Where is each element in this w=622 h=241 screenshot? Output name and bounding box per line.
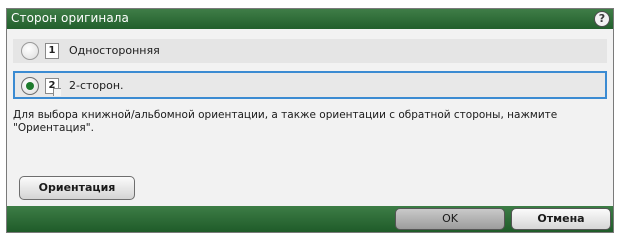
radio-two-sided[interactable] (21, 77, 39, 95)
option-two-sided[interactable]: 2 2-сторон. (13, 71, 607, 99)
title-bar: Сторон оригинала ? (7, 9, 613, 29)
bottom-bar: OK Отмена (7, 206, 613, 232)
option-label-two-sided: 2-сторон. (69, 79, 124, 92)
orientation-button[interactable]: Ориентация (19, 176, 135, 200)
page-number: 1 (48, 45, 56, 56)
help-icon[interactable]: ? (594, 11, 610, 27)
cancel-button[interactable]: Отмена (511, 208, 611, 230)
ok-button[interactable]: OK (395, 208, 505, 230)
option-one-sided[interactable]: 1 Односторонняя (13, 39, 607, 63)
dialog-frame: Сторон оригинала ? 1 Односторонняя 2 2-с… (0, 0, 622, 241)
radio-selected-dot (26, 82, 34, 90)
dialog-title: Сторон оригинала (11, 11, 130, 25)
two-sided-page-icon: 2 (45, 78, 61, 96)
page-fold-icon (53, 88, 61, 96)
one-sided-page-icon: 1 (45, 43, 59, 59)
original-sides-dialog: Сторон оригинала ? 1 Односторонняя 2 2-с… (6, 8, 614, 233)
radio-one-sided[interactable] (21, 42, 39, 60)
option-label-one-sided: Односторонняя (69, 44, 160, 57)
orientation-description: Для выбора книжной/альбомной ориентации,… (13, 109, 558, 134)
